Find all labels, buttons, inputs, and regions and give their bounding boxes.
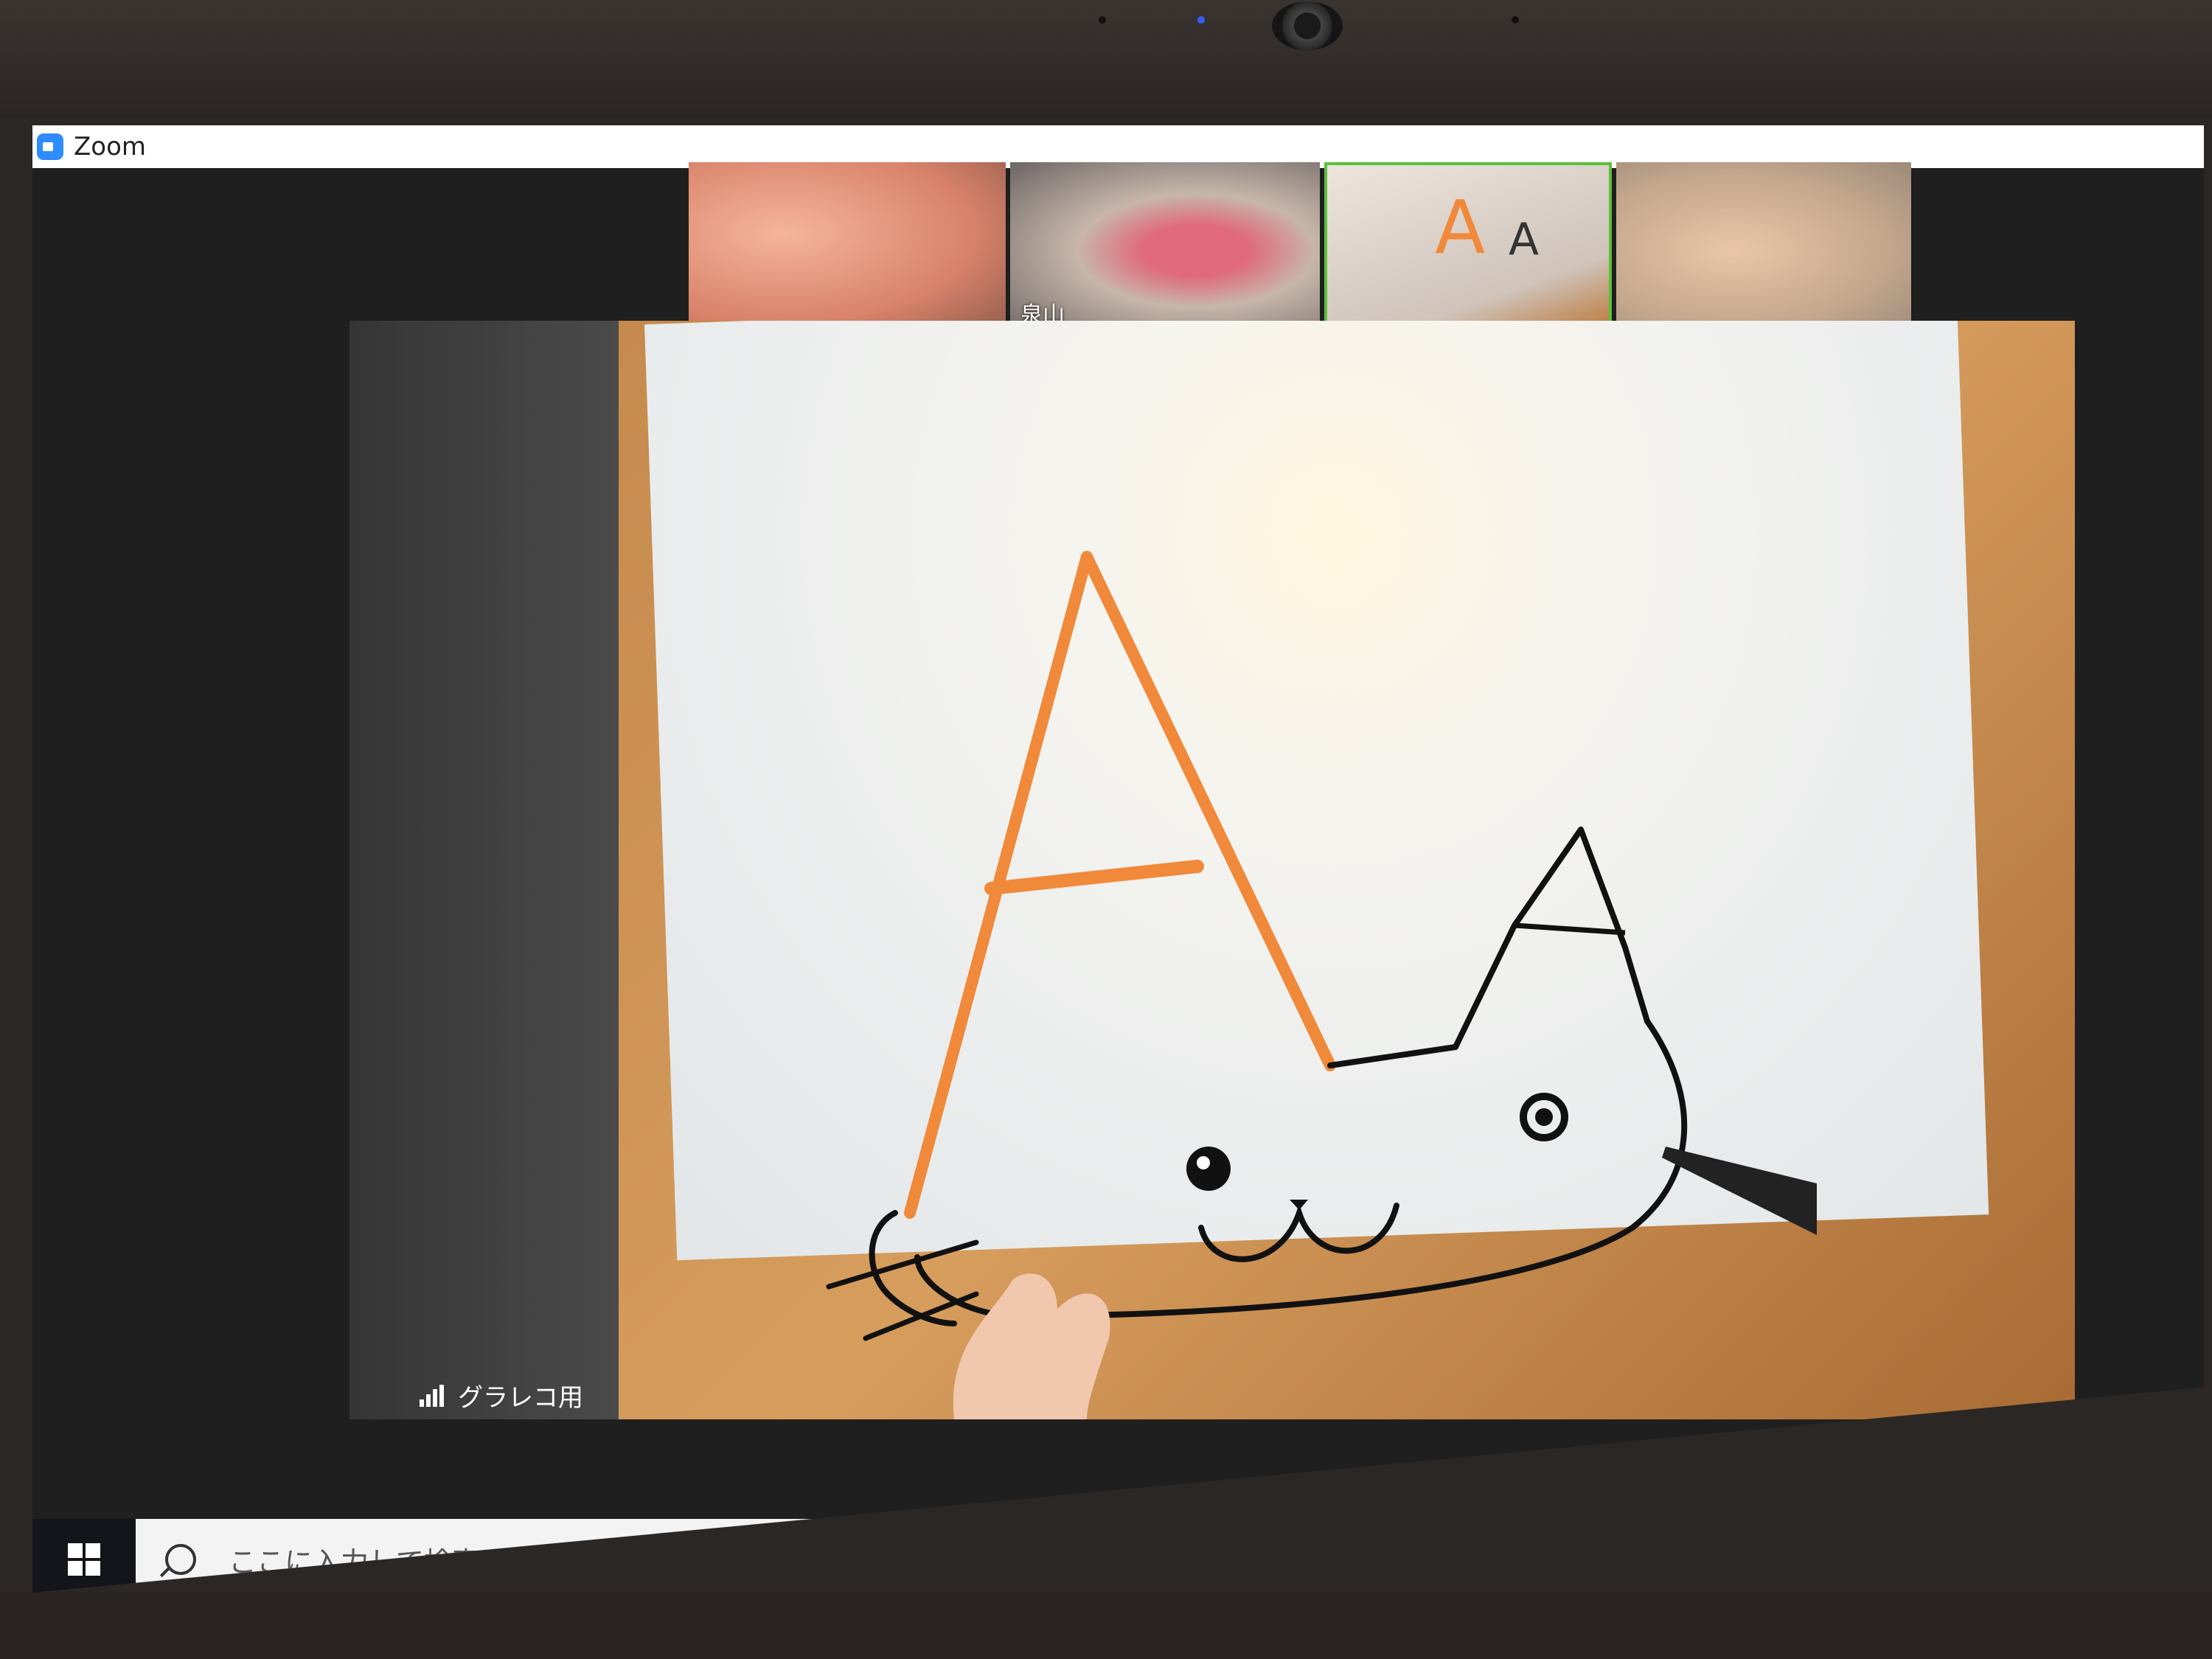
edge-button[interactable]: e: [998, 1519, 1079, 1593]
webcam: [1272, 1, 1343, 50]
orange-ear-outline: [904, 551, 1336, 1219]
cat-drawing: [826, 551, 1817, 1419]
cat-eye-pupil: [1535, 1108, 1553, 1126]
mail-button[interactable]: 5: [1161, 1519, 1242, 1593]
orange-ear-crossbar: [984, 860, 1204, 895]
windows-icon: [68, 1543, 100, 1576]
camera-led: [1197, 16, 1205, 24]
black-ear-outline: [1327, 827, 1650, 1068]
store-icon: [1265, 1543, 1299, 1576]
mail-badge: 5: [1209, 1565, 1234, 1590]
active-speaker-video[interactable]: グラレコ用: [349, 321, 2075, 1419]
marker-pen: [1662, 1147, 1817, 1235]
screen: Zoom 泉山 A A グラレコ用 ここに入力して検索 e 5 ︿ ☁: [32, 125, 2204, 1593]
participant-tile[interactable]: [689, 162, 1006, 339]
participant-strip: 泉山 A A: [689, 162, 1950, 339]
speaker-name: グラレコ用: [458, 1383, 583, 1413]
participant-tile[interactable]: 泉山: [1010, 162, 1320, 339]
video-name-label: グラレコ用: [420, 1377, 583, 1413]
cloud-icon[interactable]: ☁: [2164, 1545, 2189, 1574]
signal-strength-icon: [420, 1384, 449, 1407]
search-icon: [165, 1544, 196, 1575]
bezel-sensor: [1512, 16, 1519, 24]
laptop-bezel-top: [0, 0, 2212, 118]
search-placeholder: ここに入力して検索: [229, 1545, 480, 1579]
whisker: [863, 1291, 979, 1341]
system-tray: ︿ ☁: [2061, 1519, 2189, 1593]
cat-head-outline: [914, 1018, 1688, 1320]
task-view-icon: [942, 1546, 974, 1573]
chrome-icon: [1424, 1537, 1465, 1579]
black-ear-crossbar: [1514, 922, 1626, 936]
cat-eye-highlight: [1197, 1156, 1210, 1169]
mail-icon: [1180, 1545, 1222, 1574]
participant-tile[interactable]: [1616, 162, 1911, 339]
zoom-taskbar-button[interactable]: [1323, 1519, 1404, 1593]
task-view-button[interactable]: [917, 1519, 998, 1593]
bezel-sensor: [1099, 16, 1106, 24]
window-title: Zoom: [74, 132, 147, 161]
windows-taskbar: ここに入力して検索 e 5 ︿ ☁: [32, 1519, 2204, 1593]
whisker: [826, 1239, 979, 1290]
taskbar-search-box[interactable]: ここに入力して検索: [136, 1519, 836, 1593]
cat-mouth: [1198, 1203, 1399, 1262]
store-button[interactable]: [1242, 1519, 1323, 1593]
zoom-icon: [1343, 1537, 1383, 1578]
chrome-button[interactable]: [1404, 1519, 1485, 1593]
zoom-icon: [37, 133, 63, 160]
edge-icon: e: [1025, 1534, 1053, 1585]
thumbnail-drawing-letter: A: [1435, 184, 1486, 271]
battery-icon[interactable]: [2108, 1550, 2142, 1569]
cortana-button[interactable]: [836, 1519, 917, 1593]
start-button[interactable]: [32, 1519, 136, 1593]
laptop-bezel-bottom: [0, 1593, 2212, 1659]
participant-tile-active[interactable]: A A: [1324, 162, 1612, 339]
cortana-icon: [861, 1544, 892, 1575]
thumbnail-drawing-letter: A: [1509, 214, 1540, 265]
cat-eye-left: [1186, 1147, 1231, 1191]
file-explorer-button[interactable]: [1079, 1519, 1161, 1593]
file-explorer-icon: [1100, 1542, 1140, 1577]
chevron-up-icon[interactable]: ︿: [2061, 1542, 2086, 1578]
